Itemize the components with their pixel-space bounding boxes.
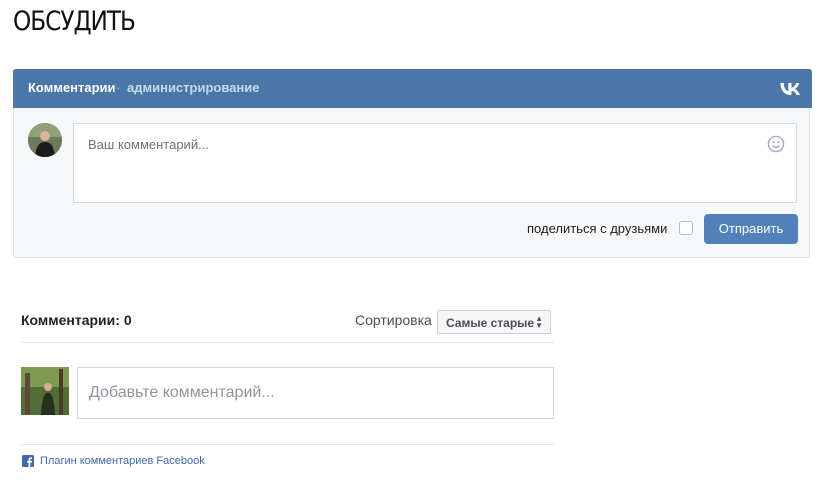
facebook-icon (22, 455, 34, 467)
sort-select[interactable]: Самые старые ▲ ▼ (437, 310, 551, 334)
sort-arrows-icon: ▲ ▼ (535, 314, 543, 330)
vk-comment-input[interactable]: Ваш комментарий... (73, 123, 797, 203)
tab-administration[interactable]: администрирование (127, 80, 259, 95)
divider (21, 342, 554, 343)
avatar[interactable] (21, 367, 69, 415)
comments-count: Комментарии: 0 (21, 312, 132, 328)
share-with-friends-checkbox[interactable] (679, 221, 693, 235)
vk-logo-icon[interactable] (779, 81, 801, 97)
smiley-icon[interactable] (767, 135, 785, 153)
vk-widget-header: Комментарии · администрирование (13, 69, 812, 108)
send-button[interactable]: Отправить (704, 214, 798, 244)
vk-comments-widget: Комментарии · администрирование Ваш комм… (13, 69, 812, 258)
page-title: ОБСУДИТЬ (13, 6, 136, 37)
vk-comment-placeholder: Ваш комментарий... (88, 137, 209, 152)
facebook-comment-input[interactable]: Добавьте комментарий... (77, 367, 554, 419)
share-with-friends-label[interactable]: поделиться с друзьями (527, 221, 667, 236)
facebook-comment-placeholder: Добавьте комментарий... (89, 384, 275, 401)
avatar[interactable] (28, 123, 62, 157)
sort-select-value: Самые старые (446, 316, 535, 330)
divider (21, 444, 554, 445)
sort-label: Сортировка (355, 312, 432, 328)
facebook-plugin-link[interactable]: Плагин комментариев Facebook (40, 455, 205, 467)
tab-separator: · (116, 80, 121, 95)
tab-comments[interactable]: Комментарии (28, 80, 116, 95)
